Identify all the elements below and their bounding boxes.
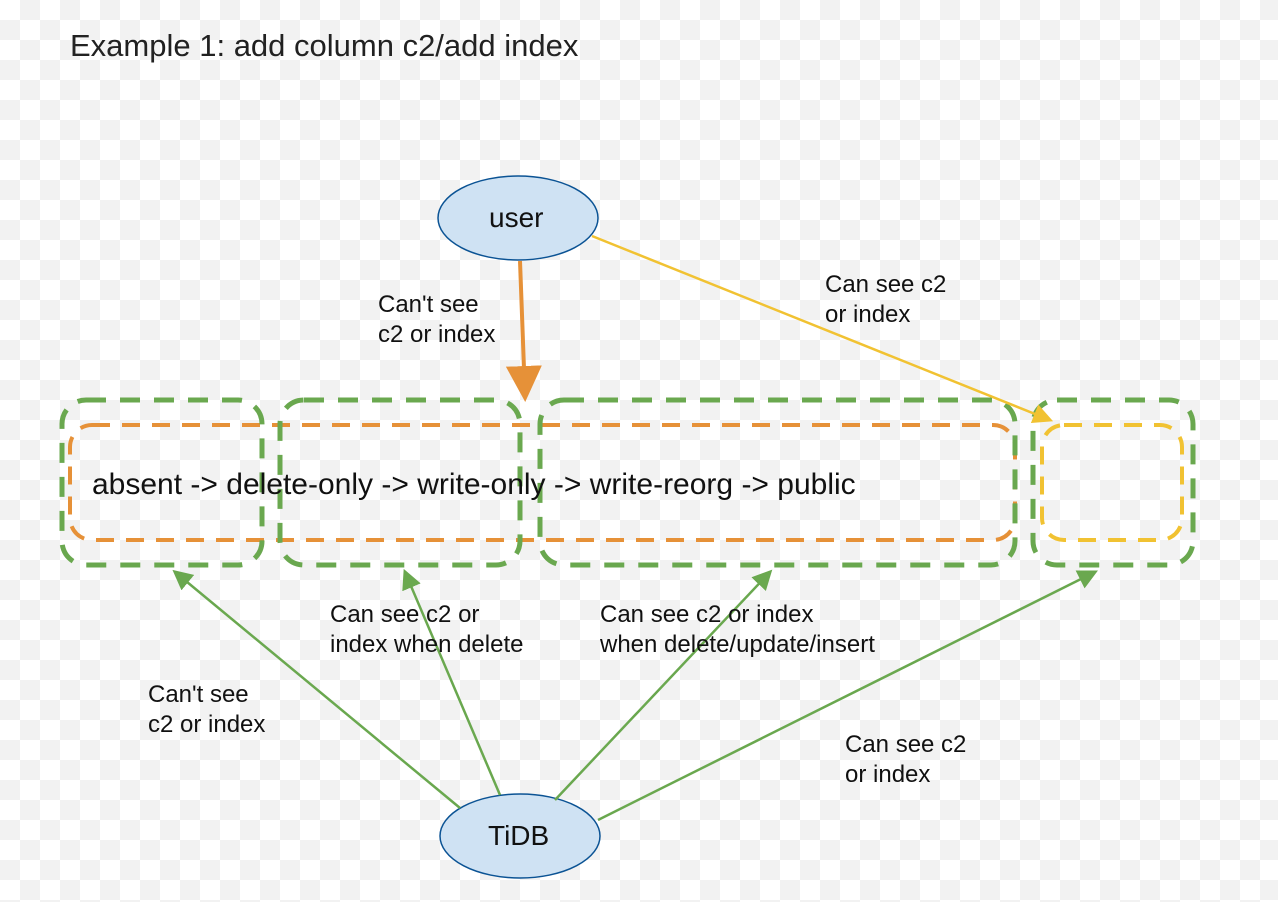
annot-tidb-write-only: Can see c2 or index when delete/update/i…	[600, 600, 875, 660]
arrow-user-to-public	[592, 236, 1050, 420]
annot-tidb-delete-only: Can see c2 or index when delete	[330, 600, 523, 660]
diagram-canvas	[0, 0, 1278, 902]
annot-tidb-public: Can see c2 or index	[845, 730, 966, 790]
annot-user-cant-see: Can't see c2 or index	[378, 290, 495, 350]
annot-user-can-see: Can see c2 or index	[825, 270, 946, 330]
yellow-group-box	[1042, 425, 1182, 540]
arrow-user-to-orange	[520, 261, 525, 396]
state-sequence: absent -> delete-only -> write-only -> w…	[92, 468, 856, 502]
tidb-label: TiDB	[488, 820, 549, 852]
annot-tidb-absent: Can't see c2 or index	[148, 680, 265, 740]
user-label: user	[489, 202, 543, 234]
